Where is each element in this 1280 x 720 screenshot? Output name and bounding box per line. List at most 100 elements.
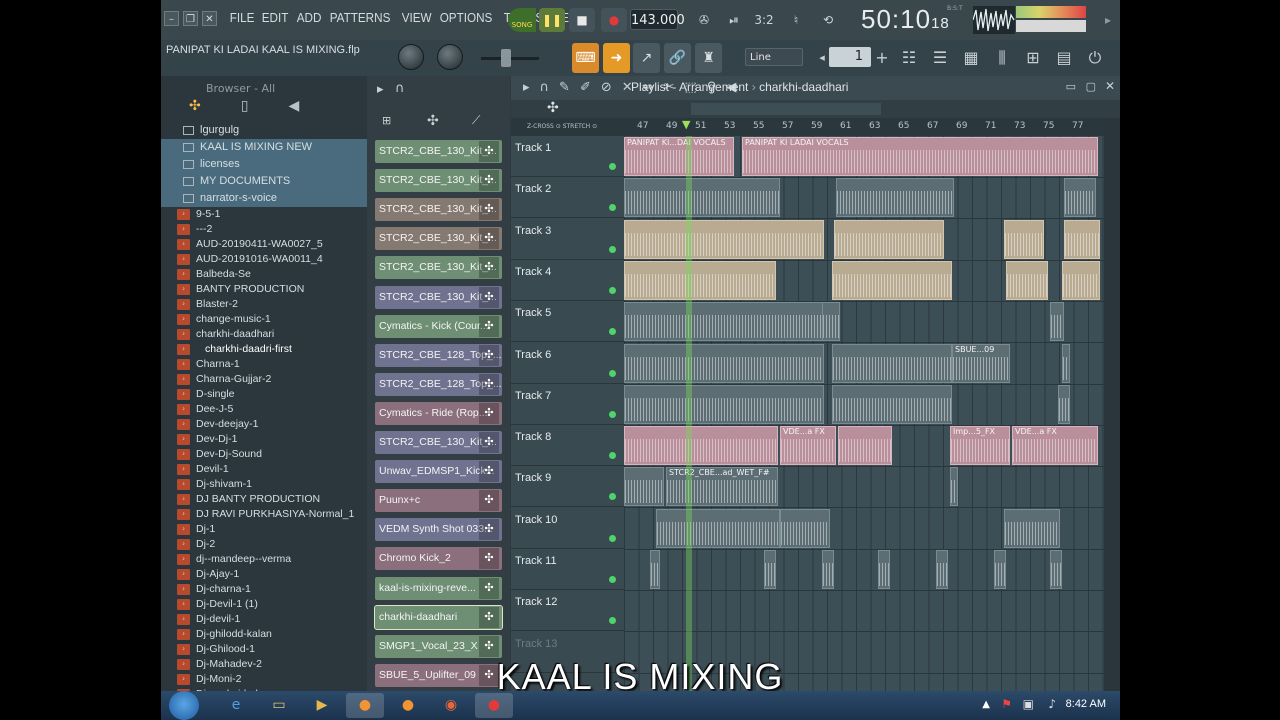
playlist-clip[interactable]	[656, 508, 780, 548]
playlist-clip[interactable]	[1004, 219, 1044, 259]
playlist-clip[interactable]: VDE...a FX	[780, 426, 836, 466]
track-header[interactable]: Track 7	[511, 384, 624, 425]
clock[interactable]: 8:42 AM	[1066, 698, 1106, 710]
channel-button[interactable]: STCR2_CBE_130_Kit_... ✣	[375, 285, 502, 309]
channel-graph-icon[interactable]: ✣	[479, 315, 499, 337]
track-active-led[interactable]	[609, 534, 616, 542]
recorder-icon[interactable]: ●	[475, 693, 513, 718]
playlist-clip[interactable]	[624, 384, 824, 424]
playlist-clip[interactable]	[832, 343, 952, 383]
fl-studio-task-icon-2[interactable]: ●	[389, 693, 427, 718]
step-edit-icon[interactable]: ➜	[603, 43, 630, 73]
playlist-clip[interactable]	[624, 426, 778, 466]
tray-volume-icon[interactable]: ♪	[1048, 697, 1056, 711]
track-header[interactable]: Track 2	[511, 177, 624, 219]
playlist-clip[interactable]: SBUE...09	[952, 343, 1010, 383]
playlist-clip[interactable]	[834, 219, 944, 259]
playlist-clip[interactable]	[832, 260, 952, 300]
browser-file[interactable]: ♪ change-music-1	[161, 312, 367, 327]
channel-graph-icon[interactable]: ✣	[479, 548, 499, 570]
menu-add[interactable]: ADD	[294, 10, 325, 25]
playlist-clip[interactable]	[878, 550, 890, 589]
metronome-icon[interactable]: ✇	[691, 8, 717, 32]
playlist-clip[interactable]	[1050, 302, 1064, 342]
record-button[interactable]: ●	[601, 8, 627, 32]
channel-graph-icon[interactable]: ✣	[479, 402, 499, 424]
playlist-clip[interactable]	[1064, 219, 1100, 259]
browser-file-icon[interactable]: ▯	[241, 98, 249, 122]
countdown-icon[interactable]: 3:2	[751, 8, 777, 32]
ie-icon[interactable]: e	[217, 693, 255, 718]
playlist-clip[interactable]: PANIPAT KI...DAI VOCALS	[624, 137, 734, 176]
browser-folder[interactable]: licenses	[161, 156, 367, 173]
song-position-marker[interactable]: ▼	[682, 118, 690, 131]
master-slider-thumb[interactable]	[501, 49, 511, 67]
menu-edit[interactable]: EDIT	[259, 10, 292, 25]
arrangement-grid[interactable]: PANIPAT KI...DAI VOCALS PANIPAT KI LADAI …	[624, 136, 1104, 691]
channel-button[interactable]: VEDM Synth Shot 033... ✣	[375, 518, 502, 542]
browser-file[interactable]: ♪ Dj-ghilodd-kalan	[161, 627, 367, 642]
browser-file[interactable]: ♪ D-single	[161, 387, 367, 402]
browser-file[interactable]: ♪ DJ BANTY PRODUCTION	[161, 492, 367, 507]
channel-graph-icon[interactable]: ✣	[479, 606, 499, 628]
playhead[interactable]	[686, 136, 692, 691]
playlist-clip[interactable]	[624, 260, 776, 300]
channel-button[interactable]: STCR2_CBE_130_Kit_... ✣	[375, 198, 502, 222]
playlist-clip[interactable]	[1064, 178, 1096, 218]
close-icon[interactable]: ✕	[202, 11, 217, 26]
rack-move-icon[interactable]: ✣	[427, 113, 439, 129]
playlist-clip[interactable]	[832, 384, 952, 424]
channel-rack-icon[interactable]: ▦	[958, 44, 984, 72]
media-player-icon[interactable]: ▶	[303, 693, 341, 718]
pl-paint-icon[interactable]: ✐	[580, 80, 591, 95]
browser-file[interactable]: ♪ Dj-Devil-1 (1)	[161, 597, 367, 612]
channel-button[interactable]: kaal-is-mixing-reve... ✣	[375, 576, 502, 600]
blend-notes-icon[interactable]: ♮	[783, 8, 809, 32]
browser-file[interactable]: ♪ Dj-charna-1	[161, 582, 367, 597]
track-active-led[interactable]	[609, 328, 616, 336]
playlist-clip[interactable]	[1058, 384, 1070, 424]
playlist-clip[interactable]: PANIPAT KI LADAI VOCALS	[742, 137, 1098, 176]
browser-file[interactable]: ♪ ---2	[161, 222, 367, 237]
playlist-clip[interactable]	[836, 178, 954, 218]
playlist-clip[interactable]: STCR2_CBE...ad_WET_F#	[666, 467, 778, 507]
timeline-ruler[interactable]: 47 49 51 53 55 57 59 61 63 65 67 69 71 73 75 77 ▼	[624, 118, 1104, 136]
channel-graph-icon[interactable]: ✣	[479, 461, 499, 483]
track-active-led[interactable]	[609, 163, 616, 170]
master-pitch-knob[interactable]	[437, 44, 463, 70]
browser-file[interactable]: ♪ dj--mandeep--verma	[161, 552, 367, 567]
playlist-clip[interactable]	[1062, 260, 1100, 300]
playlist-clip[interactable]	[780, 508, 830, 548]
channel-graph-icon[interactable]: ✣	[479, 228, 499, 250]
browser-file[interactable]: ♪ Dj-1	[161, 522, 367, 537]
stop-button[interactable]: ■	[569, 8, 595, 32]
browser-folder[interactable]: KAAL IS MIXING NEW	[161, 139, 367, 156]
playlist-clip[interactable]	[624, 219, 824, 259]
channel-button[interactable]: STCR2_CBE_128_Top_... ✣	[375, 343, 502, 367]
browser-folder[interactable]: lgurgulg	[161, 122, 367, 139]
browser-file[interactable]: ♪ Dj-2	[161, 537, 367, 552]
mixer-icon[interactable]: ⫼	[989, 44, 1015, 72]
pl-magnet-icon[interactable]: ∩	[540, 80, 550, 95]
playlist-clip[interactable]	[624, 343, 824, 383]
channel-button[interactable]: Chromo Kick_2 ✣	[375, 547, 502, 571]
browser-file[interactable]: ♪ Charna-Gujjar-2	[161, 372, 367, 387]
channel-button[interactable]: charkhi-daadhari ✣	[374, 604, 503, 630]
crossfade-controls[interactable]: Z-CROSS ⊙ STRETCH ⊙	[511, 118, 624, 136]
track-header[interactable]: Track 12	[511, 590, 624, 632]
piano-roll-icon[interactable]: ☰	[927, 44, 953, 72]
fl-studio-task-icon[interactable]: ●	[346, 693, 384, 718]
browser-tag-icon[interactable]: ✣	[189, 98, 201, 122]
browser-file[interactable]: ♪ Balbeda-Se	[161, 267, 367, 282]
track-active-led[interactable]	[609, 245, 616, 253]
channel-graph-icon[interactable]: ✣	[479, 141, 499, 162]
channel-graph-icon[interactable]: ✣	[479, 490, 499, 512]
browser-folder[interactable]: MY DOCUMENTS	[161, 173, 367, 190]
playlist-clip[interactable]	[650, 550, 660, 589]
browser-file[interactable]: ♪ Dev-deejay-1	[161, 417, 367, 432]
browser-speaker-icon[interactable]: ◀	[288, 98, 299, 122]
rack-magnet-icon[interactable]: ∩	[395, 81, 405, 96]
pl-move-icon[interactable]: ✣	[547, 100, 559, 116]
track-header[interactable]: Track 6	[511, 343, 624, 384]
playlist-clip[interactable]	[624, 302, 824, 342]
